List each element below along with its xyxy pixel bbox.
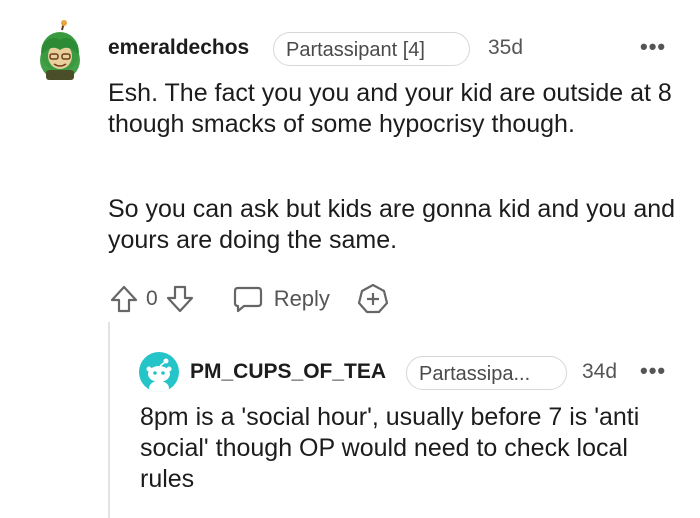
comment-username[interactable]: emeraldechos [108,36,249,60]
thread-line[interactable] [108,322,110,518]
reply-age[interactable]: 34d [582,360,617,384]
comment-age[interactable]: 35d [488,36,523,60]
reply-user-flair: Partassipa... [406,356,567,390]
user-avatar-pm-cups-of-tea[interactable] [139,352,179,392]
user-flair: Partassipant [4] [273,32,470,66]
comment-paragraph: So you can ask but kids are gonna kid an… [108,195,676,254]
reply-bubble-icon [233,286,262,313]
reply-more-options-icon[interactable]: ••• [640,358,666,384]
user-avatar-emeraldechos[interactable] [38,20,82,80]
vote-count: 0 [146,287,158,310]
downvote-arrow-icon [166,285,193,313]
reply-username[interactable]: PM_CUPS_OF_TEA [190,360,386,384]
snoo-avatar-icon [40,20,80,80]
comment-paragraph: Esh. The fact you you and your kid are o… [108,79,672,138]
default-snoo-icon [146,358,172,392]
more-options-icon[interactable]: ••• [640,34,666,60]
reply-label: Reply [273,286,330,311]
comment-action-bar: 0 Reply [108,282,390,316]
downvote-button[interactable] [164,283,196,315]
reply-text: 8pm is a 'social hour', usually before 7… [140,403,640,493]
upvote-arrow-icon [110,285,138,313]
upvote-button[interactable] [108,283,140,315]
award-plus-icon [357,283,389,314]
reply-button[interactable]: Reply [232,284,330,314]
award-button[interactable] [356,282,390,316]
